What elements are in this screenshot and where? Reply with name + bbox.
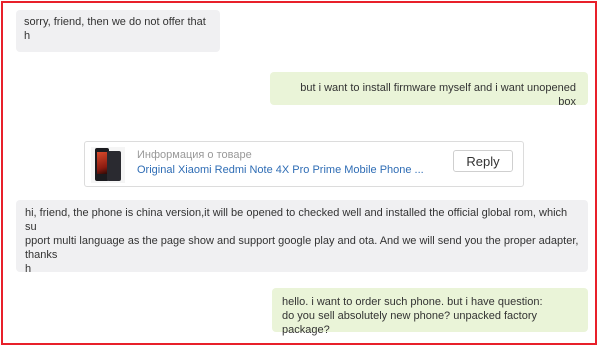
incoming-message: hi, friend, the phone is china version,i…: [16, 200, 588, 275]
product-info-label: Информация о товаре: [137, 149, 252, 161]
outgoing-message: hello. i want to order such phone. but i…: [272, 288, 588, 336]
reply-button[interactable]: Reply: [453, 150, 513, 172]
product-card: Информация о товаре Original Xiaomi Redm…: [84, 141, 524, 187]
phone-back-icon: [107, 151, 121, 181]
outgoing-message: but i want to install firmware myself an…: [270, 72, 588, 108]
incoming-message: sorry, friend, then we do not offer that…: [16, 10, 220, 52]
phone-screen: [97, 152, 107, 174]
product-title-link[interactable]: Original Xiaomi Redmi Note 4X Pro Prime …: [137, 164, 424, 176]
product-thumbnail-icon[interactable]: [91, 147, 125, 183]
